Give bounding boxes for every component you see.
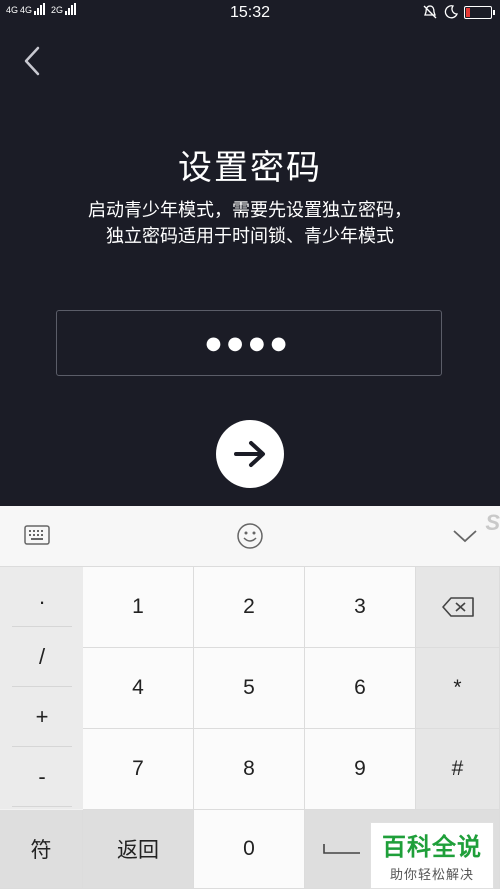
collapse-keyboard-icon[interactable] (452, 528, 478, 544)
key-4[interactable]: 4 (83, 648, 194, 729)
key-7[interactable]: 7 (83, 729, 194, 810)
chevron-left-icon (24, 46, 40, 76)
arrow-right-icon (234, 441, 265, 467)
key-2[interactable]: 2 (194, 567, 305, 648)
key-5[interactable]: 5 (194, 648, 305, 729)
keyboard-toolbar: S (0, 506, 500, 567)
keyboard-icon[interactable] (24, 525, 50, 545)
symbol-column: . / + - (0, 567, 83, 809)
mute-bell-icon (423, 5, 437, 19)
emoji-icon[interactable] (236, 522, 264, 550)
moon-icon (444, 5, 458, 19)
brand-name: 百科全说 (382, 833, 482, 861)
symbol-key-plus[interactable]: + (12, 687, 72, 747)
page-description: 启动青少年模式，需要先设置独立密码， 独立密码适用于时间锁、青少年模式 (40, 198, 460, 250)
description-line-1: 启动青少年模式，需要先设置独立密码， (88, 200, 412, 221)
status-right (422, 4, 495, 20)
battery-icon (464, 5, 495, 19)
key-star[interactable]: * (416, 648, 500, 729)
key-9[interactable]: 9 (305, 729, 416, 810)
backspace-icon (441, 597, 474, 617)
key-1[interactable]: 1 (83, 567, 194, 648)
back-button[interactable] (18, 44, 48, 78)
page-title: 设置密码 (178, 148, 322, 188)
symbol-key-slash[interactable]: / (12, 627, 72, 687)
description-line-2: 独立密码适用于时间锁、青少年模式 (106, 226, 394, 247)
next-button[interactable] (216, 420, 284, 488)
watermark-logo: S (485, 510, 500, 535)
brand-watermark: 百科全说 助你轻松解决 (370, 822, 494, 889)
delete-button[interactable] (416, 567, 500, 648)
key-6[interactable]: 6 (305, 648, 416, 729)
password-input[interactable]: ●●●● (56, 310, 442, 376)
symbols-key[interactable]: 符 (0, 810, 83, 889)
symbol-key-minus[interactable]: - (12, 747, 72, 807)
key-8[interactable]: 8 (194, 729, 305, 810)
status-bar: 4G 4G 2G 15:32 (0, 0, 500, 28)
return-key[interactable]: 返回 (83, 810, 194, 889)
key-0[interactable]: 0 (194, 810, 305, 889)
key-hash[interactable]: # (416, 729, 500, 810)
symbol-key-dot[interactable]: . (12, 567, 72, 627)
key-3[interactable]: 3 (305, 567, 416, 648)
space-icon (323, 844, 360, 854)
password-dots: ●●●● (205, 332, 293, 354)
brand-slogan: 助你轻松解决 (389, 868, 474, 883)
